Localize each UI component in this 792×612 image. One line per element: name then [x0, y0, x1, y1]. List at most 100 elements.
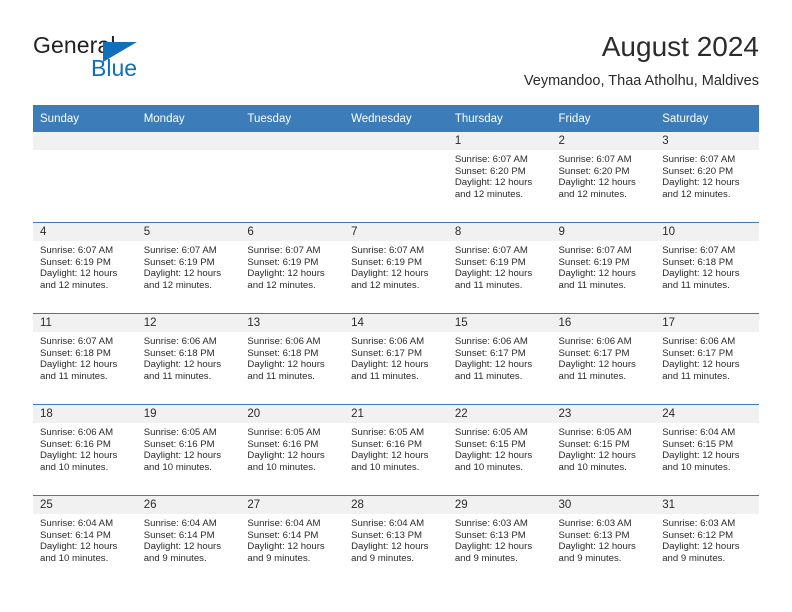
calendar-day-cell: 10 Sunrise: 6:07 AM Sunset: 6:18 PM Dayligh… — [655, 222, 759, 314]
day-cell[interactable]: 20 Sunrise: 6:05 AM Sunset: 6:16 PM Dayligh… — [240, 405, 345, 495]
day-details: Sunrise: 6:04 AM Sunset: 6:14 PM Daylight:… — [33, 514, 137, 564]
sunset-text: Sunset: 6:16 PM — [351, 438, 423, 450]
day-number — [33, 132, 137, 150]
day-cell[interactable]: 28 Sunrise: 6:04 AM Sunset: 6:13 PM Dayligh… — [344, 496, 448, 586]
sunrise-text: Sunrise: 6:05 AM — [454, 427, 528, 438]
sunset-text: Sunset: 6:16 PM — [143, 438, 215, 450]
day-cell[interactable]: 19 Sunrise: 6:05 AM Sunset: 6:16 PM Dayligh… — [136, 405, 241, 495]
sunrise-text: Sunrise: 6:04 AM — [40, 518, 114, 529]
day-cell[interactable]: 30 Sunrise: 6:03 AM Sunset: 6:13 PM Dayligh… — [551, 496, 656, 586]
daylight-text: Daylight: 12 hours and 9 minutes. — [558, 541, 636, 564]
day-cell[interactable]: 17 Sunrise: 6:06 AM Sunset: 6:17 PM Dayligh… — [655, 314, 759, 404]
day-details: Sunrise: 6:06 AM Sunset: 6:17 PM Daylight:… — [448, 332, 552, 382]
day-cell[interactable]: 8 Sunrise: 6:07 AM Sunset: 6:19 PM Daylight… — [447, 223, 552, 313]
sunrise-text: Sunrise: 6:07 AM — [143, 245, 217, 256]
sunrise-text: Sunrise: 6:07 AM — [40, 336, 114, 347]
sunset-text: Sunset: 6:15 PM — [454, 438, 526, 450]
logo-text-blue: Blue — [91, 55, 138, 81]
day-details: Sunrise: 6:05 AM Sunset: 6:16 PM Daylight:… — [344, 423, 448, 473]
calendar-day-cell: 25 Sunrise: 6:04 AM Sunset: 6:14 PM Dayligh… — [33, 495, 137, 586]
calendar-body: 1 Sunrise: 6:07 AM Sunset: 6:20 PM Daylight… — [33, 132, 759, 586]
day-details: Sunrise: 6:07 AM Sunset: 6:19 PM Daylight:… — [448, 241, 552, 291]
calendar-day-cell: 14 Sunrise: 6:06 AM Sunset: 6:17 PM Dayligh… — [344, 313, 448, 405]
day-cell[interactable]: 25 Sunrise: 6:04 AM Sunset: 6:14 PM Dayligh… — [33, 496, 137, 586]
page-title: August 2024 — [601, 31, 759, 62]
day-cell[interactable]: 7 Sunrise: 6:07 AM Sunset: 6:19 PM Daylight… — [344, 223, 448, 313]
sunset-text: Sunset: 6:16 PM — [247, 438, 319, 450]
day-cell[interactable]: 4 Sunrise: 6:07 AM Sunset: 6:19 PM Daylight… — [33, 223, 137, 313]
day-cell[interactable]: 22 Sunrise: 6:05 AM Sunset: 6:15 PM Dayligh… — [447, 405, 552, 495]
sunset-text: Sunset: 6:20 PM — [558, 165, 630, 177]
day-cell[interactable]: 18 Sunrise: 6:06 AM Sunset: 6:16 PM Dayligh… — [33, 405, 137, 495]
calendar-day-cell: 5 Sunrise: 6:07 AM Sunset: 6:19 PM Daylight… — [136, 222, 241, 314]
daylight-text: Daylight: 12 hours and 11 minutes. — [662, 359, 740, 382]
day-number: 22 — [447, 405, 552, 423]
calendar-week-row: 11 Sunrise: 6:07 AM Sunset: 6:18 PM Dayligh… — [33, 313, 759, 405]
page-subtitle: Veymandoo, Thaa Atholhu, Maldives — [523, 73, 759, 89]
day-cell[interactable]: 15 Sunrise: 6:06 AM Sunset: 6:17 PM Dayligh… — [447, 314, 552, 404]
calendar-day-cell: 19 Sunrise: 6:05 AM Sunset: 6:16 PM Dayligh… — [136, 404, 241, 496]
calendar-day-cell: 9 Sunrise: 6:07 AM Sunset: 6:19 PM Daylight… — [551, 222, 656, 314]
daylight-text: Daylight: 12 hours and 11 minutes. — [40, 359, 118, 382]
sunrise-text: Sunrise: 6:07 AM — [454, 154, 528, 165]
day-cell[interactable]: 29 Sunrise: 6:03 AM Sunset: 6:13 PM Dayligh… — [447, 496, 552, 586]
sunset-text: Sunset: 6:14 PM — [247, 529, 319, 541]
sunrise-text: Sunrise: 6:05 AM — [351, 427, 425, 438]
sunrise-text: Sunrise: 6:06 AM — [351, 336, 425, 347]
day-cell[interactable]: 6 Sunrise: 6:07 AM Sunset: 6:19 PM Daylight… — [240, 223, 345, 313]
calendar-day-cell: 16 Sunrise: 6:06 AM Sunset: 6:17 PM Dayligh… — [551, 313, 656, 405]
sunset-text: Sunset: 6:19 PM — [247, 256, 319, 268]
calendar-day-cell: 15 Sunrise: 6:06 AM Sunset: 6:17 PM Dayligh… — [447, 313, 552, 405]
day-details: Sunrise: 6:06 AM Sunset: 6:16 PM Daylight:… — [33, 423, 137, 473]
calendar-day-cell: 26 Sunrise: 6:04 AM Sunset: 6:14 PM Dayligh… — [136, 495, 241, 586]
day-number: 17 — [655, 314, 759, 332]
day-cell[interactable]: 31 Sunrise: 6:03 AM Sunset: 6:12 PM Dayligh… — [655, 496, 759, 586]
calendar-day-cell: 11 Sunrise: 6:07 AM Sunset: 6:18 PM Dayligh… — [33, 313, 137, 405]
day-cell[interactable]: 5 Sunrise: 6:07 AM Sunset: 6:19 PM Daylight… — [136, 223, 241, 313]
day-number: 28 — [344, 496, 448, 514]
day-cell[interactable]: 12 Sunrise: 6:06 AM Sunset: 6:18 PM Dayligh… — [136, 314, 241, 404]
calendar-day-cell: 21 Sunrise: 6:05 AM Sunset: 6:16 PM Dayligh… — [344, 404, 448, 496]
calendar-day-cell — [33, 132, 137, 223]
daylight-text: Daylight: 12 hours and 11 minutes. — [558, 359, 636, 382]
day-details: Sunrise: 6:07 AM Sunset: 6:19 PM Daylight:… — [33, 241, 137, 291]
calendar-day-cell: 12 Sunrise: 6:06 AM Sunset: 6:18 PM Dayligh… — [136, 313, 241, 405]
daylight-text: Daylight: 12 hours and 10 minutes. — [143, 450, 222, 473]
day-details: Sunrise: 6:03 AM Sunset: 6:13 PM Daylight:… — [448, 514, 552, 564]
day-details: Sunrise: 6:07 AM Sunset: 6:19 PM Daylight:… — [240, 241, 344, 291]
day-details: Sunrise: 6:05 AM Sunset: 6:15 PM Daylight:… — [448, 423, 552, 473]
day-cell-empty — [33, 132, 137, 222]
day-cell[interactable]: 26 Sunrise: 6:04 AM Sunset: 6:14 PM Dayligh… — [136, 496, 241, 586]
day-cell[interactable]: 24 Sunrise: 6:04 AM Sunset: 6:15 PM Dayligh… — [655, 405, 759, 495]
day-details: Sunrise: 6:05 AM Sunset: 6:16 PM Daylight:… — [137, 423, 241, 473]
day-details: Sunrise: 6:03 AM Sunset: 6:12 PM Daylight:… — [655, 514, 759, 564]
calendar-week-row: 4 Sunrise: 6:07 AM Sunset: 6:19 PM Daylight… — [33, 222, 759, 314]
sunrise-text: Sunrise: 6:07 AM — [662, 245, 736, 256]
day-cell[interactable]: 3 Sunrise: 6:07 AM Sunset: 6:20 PM Daylight… — [655, 132, 759, 222]
day-cell[interactable]: 21 Sunrise: 6:05 AM Sunset: 6:16 PM Dayligh… — [344, 405, 448, 495]
day-cell[interactable]: 14 Sunrise: 6:06 AM Sunset: 6:17 PM Dayligh… — [344, 314, 448, 404]
weekday-header-friday: Friday — [551, 105, 656, 132]
day-cell[interactable]: 23 Sunrise: 6:05 AM Sunset: 6:15 PM Dayligh… — [551, 405, 656, 495]
sunset-text: Sunset: 6:18 PM — [662, 256, 734, 268]
day-number: 15 — [447, 314, 552, 332]
day-details — [344, 150, 448, 154]
sunset-text: Sunset: 6:18 PM — [40, 347, 111, 359]
day-cell[interactable]: 13 Sunrise: 6:06 AM Sunset: 6:18 PM Dayligh… — [240, 314, 345, 404]
day-cell[interactable]: 9 Sunrise: 6:07 AM Sunset: 6:19 PM Daylight… — [551, 223, 656, 313]
day-cell[interactable]: 2 Sunrise: 6:07 AM Sunset: 6:20 PM Daylight… — [551, 132, 656, 222]
general-blue-logo[interactable]: General Blue — [33, 32, 253, 92]
day-number: 10 — [655, 223, 759, 241]
day-cell[interactable]: 1 Sunrise: 6:07 AM Sunset: 6:20 PM Daylight… — [447, 132, 552, 222]
calendar-week-row: 25 Sunrise: 6:04 AM Sunset: 6:14 PM Dayligh… — [33, 495, 759, 586]
day-cell[interactable]: 27 Sunrise: 6:04 AM Sunset: 6:14 PM Dayligh… — [240, 496, 345, 586]
day-details: Sunrise: 6:05 AM Sunset: 6:16 PM Daylight:… — [240, 423, 344, 473]
day-cell[interactable]: 11 Sunrise: 6:07 AM Sunset: 6:18 PM Dayligh… — [33, 314, 137, 404]
day-cell[interactable]: 10 Sunrise: 6:07 AM Sunset: 6:18 PM Dayligh… — [655, 223, 759, 313]
day-number: 7 — [344, 223, 448, 241]
sunset-text: Sunset: 6:13 PM — [454, 529, 526, 541]
weekday-header-thursday: Thursday — [447, 105, 552, 132]
calendar-day-cell: 24 Sunrise: 6:04 AM Sunset: 6:15 PM Dayligh… — [655, 404, 759, 496]
day-cell[interactable]: 16 Sunrise: 6:06 AM Sunset: 6:17 PM Dayligh… — [551, 314, 656, 404]
sunrise-text: Sunrise: 6:06 AM — [143, 336, 217, 347]
